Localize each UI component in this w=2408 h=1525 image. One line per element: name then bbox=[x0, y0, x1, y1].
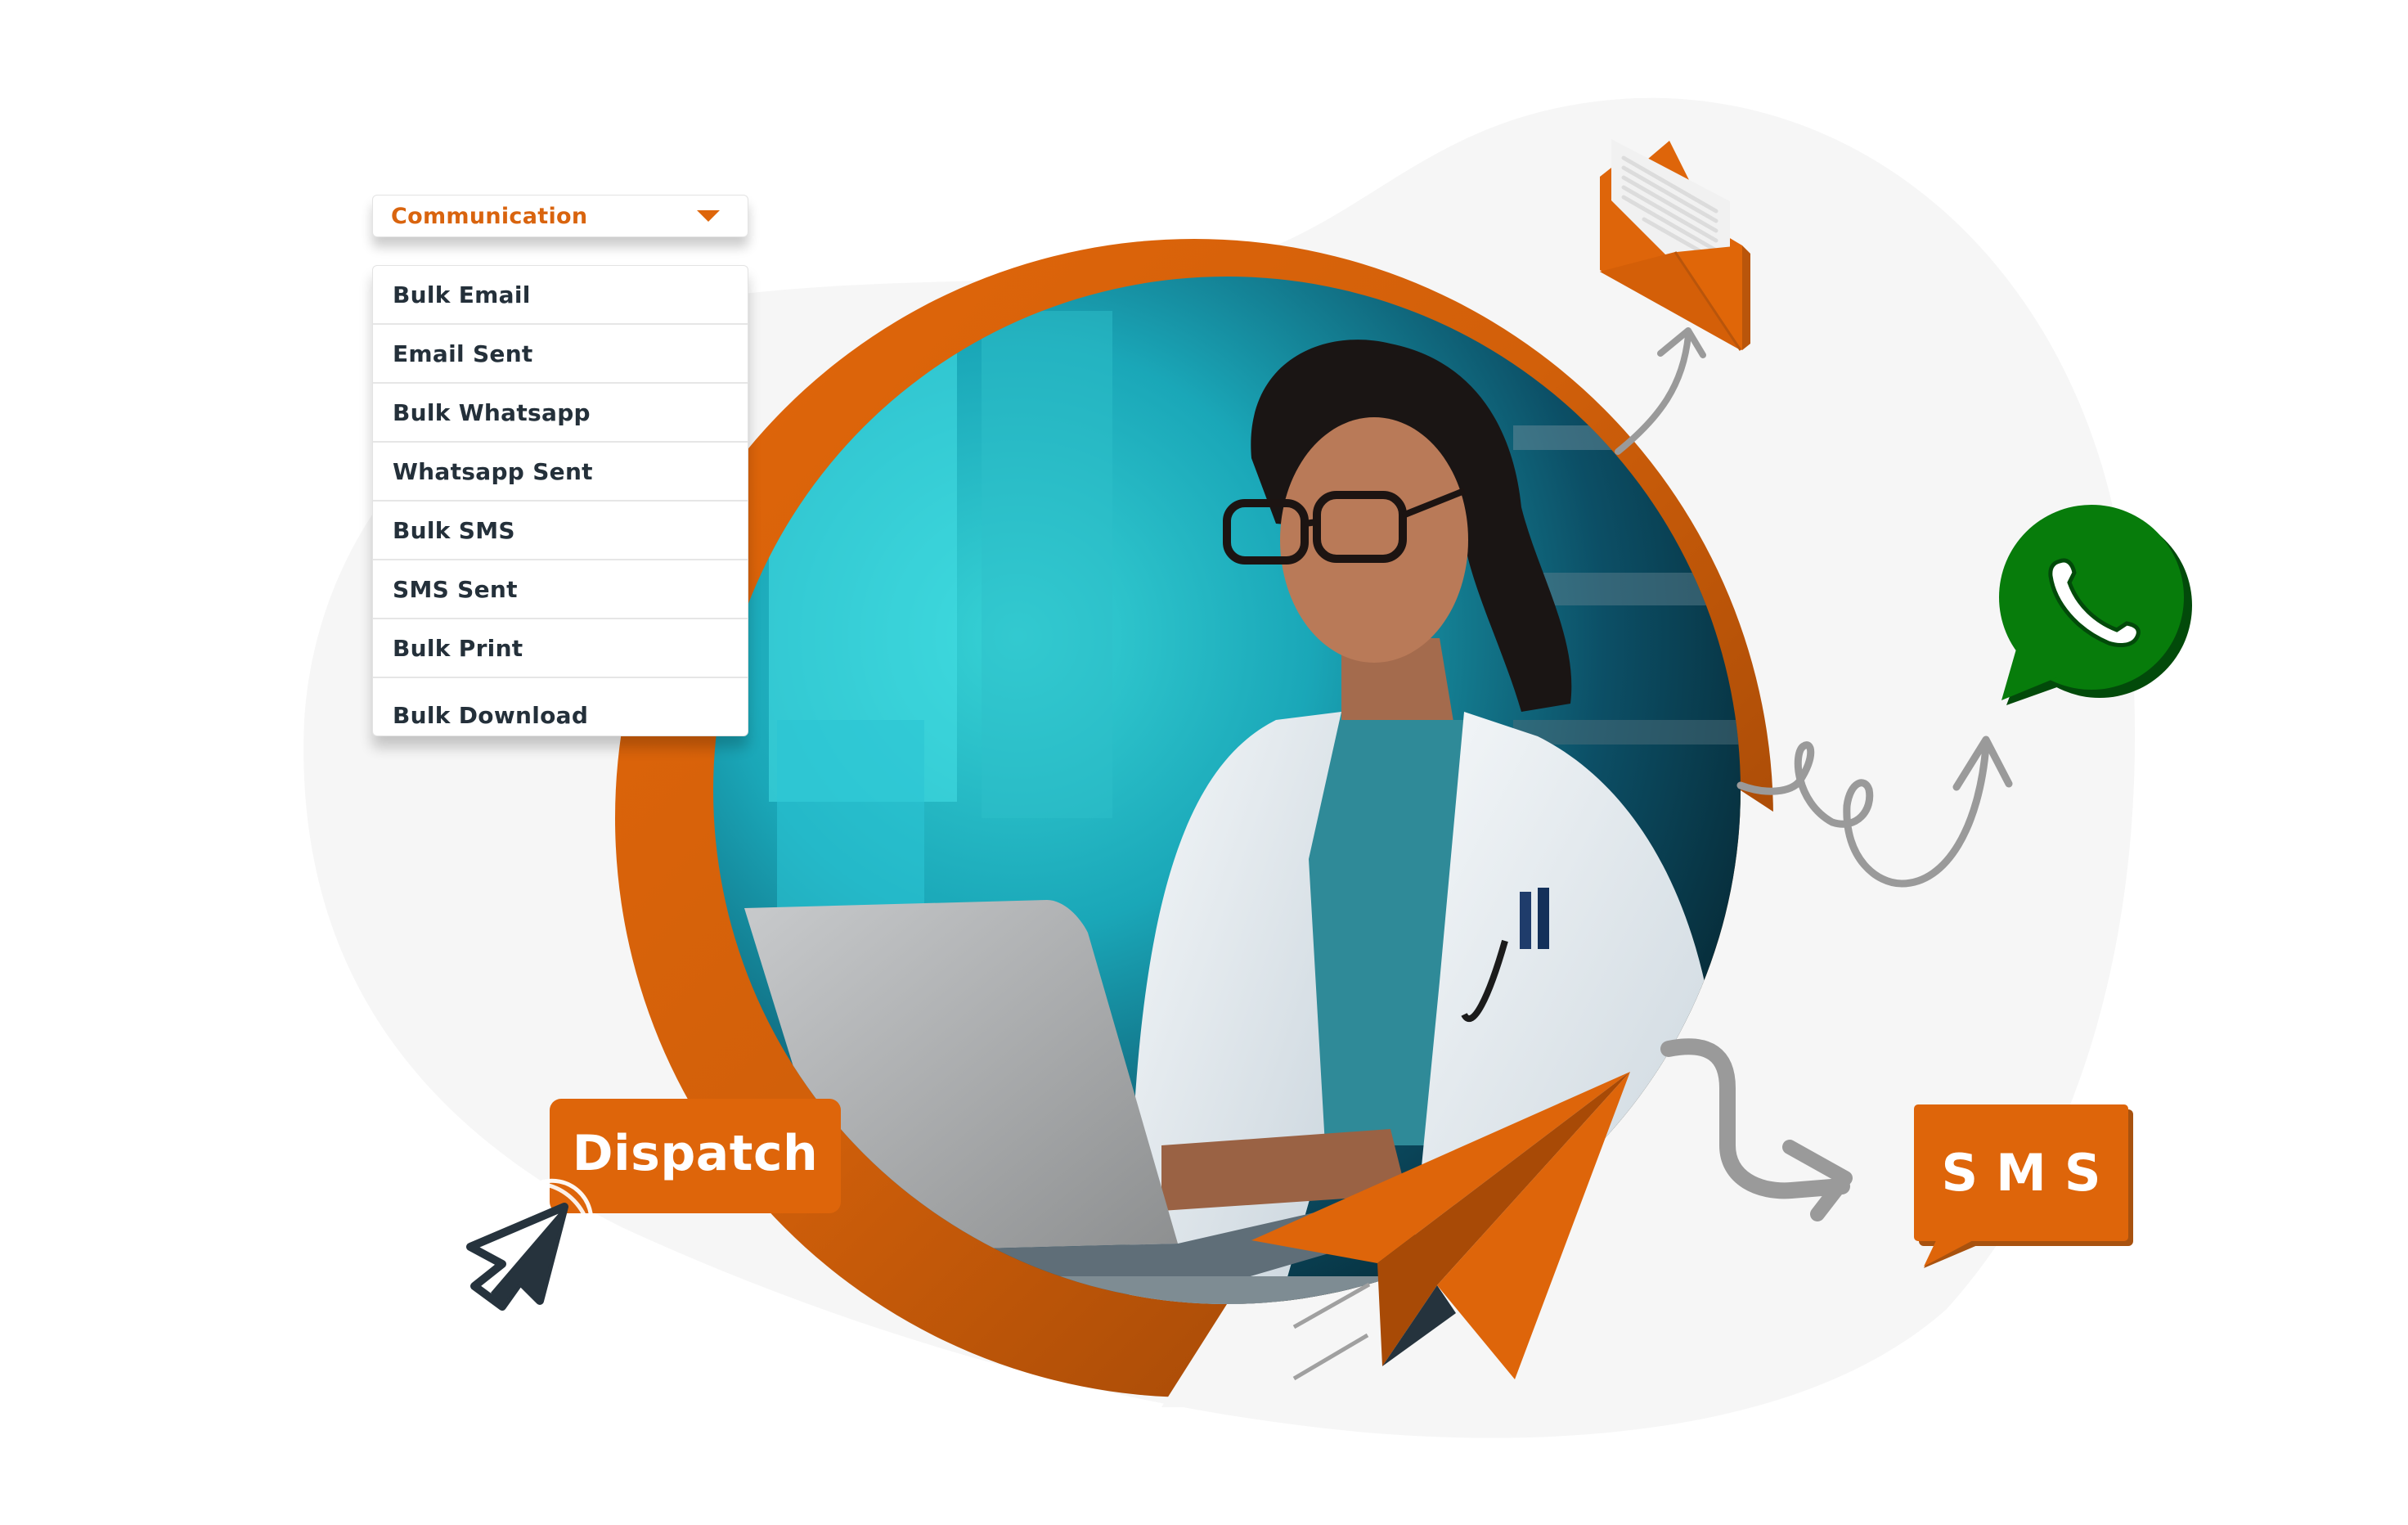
caret-down-icon[interactable] bbox=[697, 210, 720, 222]
menu-item-bulk-sms[interactable]: Bulk SMS bbox=[373, 502, 748, 560]
communication-menu: Bulk Email Email Sent Bulk Whatsapp What… bbox=[372, 265, 748, 736]
menu-item-bulk-whatsapp[interactable]: Bulk Whatsapp bbox=[373, 384, 748, 443]
dropdown-label: Communication bbox=[391, 203, 588, 229]
paper-plane-icon bbox=[1251, 1072, 1630, 1379]
menu-item-email-sent[interactable]: Email Sent bbox=[373, 325, 748, 384]
menu-item-sms-sent[interactable]: SMS Sent bbox=[373, 560, 748, 619]
dispatch-button[interactable]: Dispatch bbox=[550, 1099, 841, 1213]
menu-item-bulk-download[interactable]: Bulk Download bbox=[373, 678, 748, 736]
menu-item-bulk-email[interactable]: Bulk Email bbox=[373, 266, 748, 325]
sms-bubble: SMS bbox=[1914, 1104, 2128, 1241]
communication-dropdown[interactable]: Communication bbox=[372, 195, 748, 237]
menu-item-bulk-print[interactable]: Bulk Print bbox=[373, 619, 748, 678]
menu-item-whatsapp-sent[interactable]: Whatsapp Sent bbox=[373, 443, 748, 502]
